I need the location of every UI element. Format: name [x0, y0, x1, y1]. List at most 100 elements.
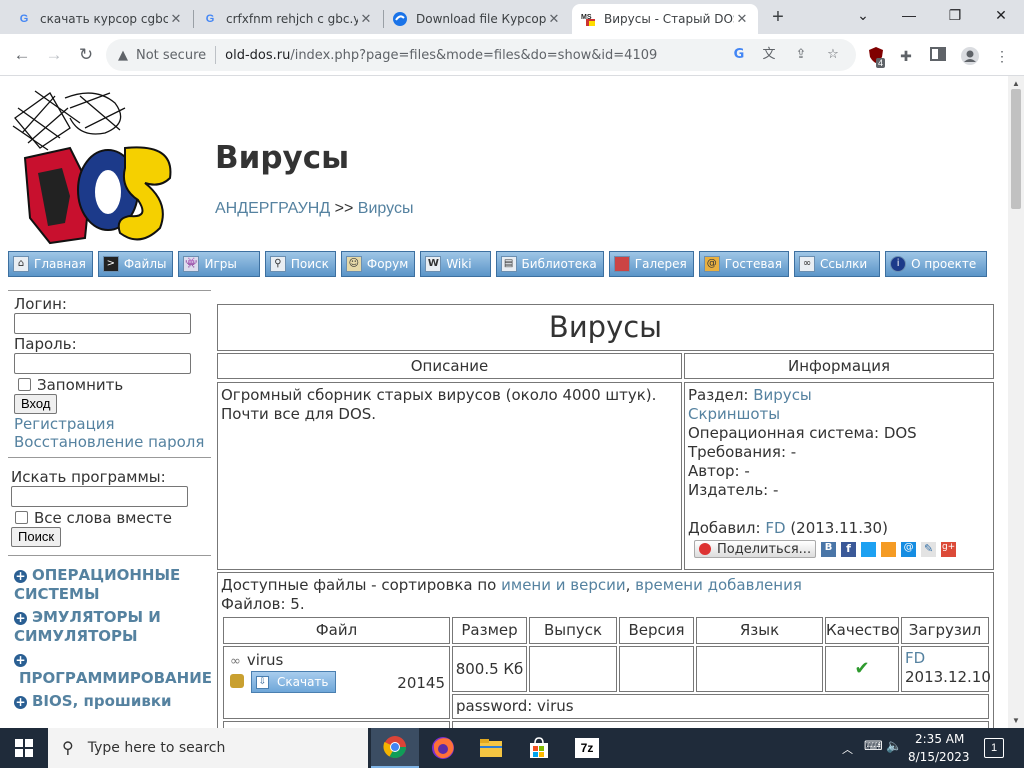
- new-tab-button[interactable]: +: [766, 6, 790, 30]
- puzzle-extensions-icon[interactable]: ✚: [896, 46, 916, 66]
- login-input[interactable]: [14, 313, 191, 334]
- all-words-checkbox[interactable]: [15, 511, 28, 524]
- expand-plus-icon[interactable]: +: [14, 696, 27, 709]
- sort-by-name-link[interactable]: имени и версии: [501, 576, 625, 594]
- nav-forum[interactable]: ☺ Форум: [340, 251, 416, 277]
- added-user-link[interactable]: FD: [765, 519, 785, 537]
- nav-library[interactable]: ▤ Библиотека: [495, 251, 604, 277]
- available-files-text: Доступные файлы - сортировка по: [221, 576, 497, 594]
- remember-label: Запомнить: [37, 376, 124, 394]
- twitter-icon[interactable]: [861, 541, 877, 557]
- facebook-icon[interactable]: f: [841, 541, 857, 557]
- program-search-input[interactable]: [11, 486, 188, 507]
- msdos-logo[interactable]: [10, 88, 175, 248]
- category-os[interactable]: + ОПЕРАЦИОННЫЕ СИСТЕМЫ: [14, 566, 211, 604]
- google-lens-icon[interactable]: G: [730, 46, 748, 64]
- profile-avatar-icon[interactable]: [960, 46, 980, 66]
- reload-icon[interactable]: ↻: [74, 43, 98, 67]
- sort-by-time-link[interactable]: времени добавления: [635, 576, 802, 594]
- scroll-up-icon[interactable]: ▲: [1012, 79, 1020, 88]
- nav-home[interactable]: ⌂ Главная: [8, 251, 93, 277]
- address-bar[interactable]: ▲ Not secure old-dos.ru/index.php?page=f…: [106, 39, 856, 71]
- password-input[interactable]: [14, 353, 191, 374]
- restore-password-link[interactable]: Восстановление пароля: [14, 433, 211, 451]
- tab-google-2[interactable]: G crfxfnm rehjch c gbc.yj ✕: [194, 4, 382, 34]
- share-button[interactable]: Поделиться...: [694, 540, 817, 558]
- bookmark-star-icon[interactable]: ☆: [824, 46, 842, 64]
- login-button[interactable]: Вход: [14, 394, 58, 414]
- security-status[interactable]: Not secure: [136, 48, 206, 63]
- category-programming[interactable]: + ПРОГРАММИРОВАНИЕ: [14, 650, 212, 688]
- expand-plus-icon[interactable]: +: [14, 654, 27, 667]
- breadcrumb: АНДЕРГРАУНД >> Вирусы: [215, 200, 413, 218]
- breadcrumb-root-link[interactable]: АНДЕРГРАУНД: [215, 200, 330, 217]
- col-language: Язык: [696, 617, 823, 644]
- file-explorer-taskbar-icon[interactable]: [467, 728, 515, 768]
- nav-about[interactable]: i О проекте: [885, 251, 988, 277]
- mailru-icon[interactable]: @: [901, 541, 917, 557]
- close-icon[interactable]: ✕: [734, 11, 750, 27]
- page-scrollbar[interactable]: ▲ ▼: [1008, 76, 1024, 728]
- download-button[interactable]: ⇩ Скачать: [251, 671, 336, 693]
- category-label: BIOS, прошивки: [32, 692, 172, 710]
- tab-download[interactable]: Download file Курсор - ✕: [384, 4, 570, 34]
- firefox-taskbar-icon[interactable]: [419, 728, 467, 768]
- category-label: ЭМУЛЯТОРЫ И: [32, 608, 161, 626]
- tab-search-chevron-icon[interactable]: ⌄: [840, 0, 886, 30]
- requirements-info: Требования: -: [688, 443, 797, 461]
- forward-arrow-icon[interactable]: →: [42, 43, 66, 67]
- nav-files[interactable]: > Файлы: [97, 251, 174, 277]
- scrollbar-thumb[interactable]: [1011, 89, 1021, 209]
- window-close-icon[interactable]: ✕: [978, 0, 1024, 30]
- tray-chevron-up-icon[interactable]: ︿: [842, 741, 853, 757]
- nav-guestbook[interactable]: @ Гостевая: [698, 251, 789, 277]
- share-icon[interactable]: ⇪: [792, 46, 810, 64]
- tab-virusy-active[interactable]: MS Вирусы - Старый DOS ✕: [572, 4, 758, 34]
- clock-date[interactable]: 8/15/2023: [908, 750, 970, 764]
- register-link[interactable]: Регистрация: [14, 415, 211, 433]
- livejournal-icon[interactable]: ✎: [921, 541, 937, 557]
- remember-checkbox[interactable]: [18, 378, 31, 391]
- nav-label: Поиск: [290, 257, 329, 271]
- nav-games[interactable]: 👾 Игры: [178, 251, 260, 277]
- kebab-menu-icon[interactable]: ⋮: [992, 46, 1012, 66]
- minimize-icon[interactable]: —: [886, 0, 932, 30]
- tab-google-1[interactable]: G скачать курсор cgbc. ✕: [8, 4, 192, 34]
- taskbar-search[interactable]: ⚲ Type here to search: [48, 728, 368, 768]
- googleplus-icon[interactable]: g+: [941, 541, 957, 557]
- odnoklassniki-icon[interactable]: [881, 541, 897, 557]
- chrome-taskbar-icon[interactable]: [371, 728, 419, 768]
- network-icon[interactable]: ⌨: [864, 739, 883, 754]
- scroll-down-icon[interactable]: ▼: [1012, 716, 1020, 725]
- search-button[interactable]: Поиск: [11, 527, 62, 547]
- category-emulators[interactable]: + ЭМУЛЯТОРЫ И СИМУЛЯТОРЫ: [14, 608, 211, 646]
- breadcrumb-current-link[interactable]: Вирусы: [358, 200, 414, 217]
- category-bios[interactable]: + BIOS, прошивки: [14, 692, 211, 711]
- translate-icon[interactable]: 文: [760, 46, 778, 64]
- close-icon[interactable]: ✕: [358, 11, 374, 27]
- notification-icon[interactable]: 1: [984, 738, 1004, 758]
- nav-search[interactable]: ⚲ Поиск: [264, 251, 336, 277]
- vk-icon[interactable]: B: [821, 541, 837, 557]
- start-windows-icon[interactable]: [0, 728, 48, 768]
- uploader-link[interactable]: FD: [905, 649, 925, 667]
- close-icon[interactable]: ✕: [546, 11, 562, 27]
- nav-gallery[interactable]: Галерея: [608, 251, 694, 277]
- msdos-favicon: MS: [580, 11, 596, 27]
- expand-plus-icon[interactable]: +: [14, 612, 27, 625]
- back-arrow-icon[interactable]: ←: [10, 43, 34, 67]
- side-panel-icon[interactable]: [928, 46, 948, 66]
- nav-label: Главная: [34, 257, 86, 271]
- section-link[interactable]: Вирусы: [753, 386, 812, 404]
- nav-wiki[interactable]: W Wiki: [420, 251, 491, 277]
- nav-links[interactable]: ∞ Ссылки: [794, 251, 881, 277]
- login-label: Логин:: [14, 295, 67, 313]
- restore-icon[interactable]: ❐: [932, 0, 978, 30]
- expand-plus-icon[interactable]: +: [14, 570, 27, 583]
- clock-time[interactable]: 2:35 AM: [915, 732, 964, 746]
- 7zip-taskbar-icon[interactable]: 7z: [563, 728, 611, 768]
- volume-icon[interactable]: 🔈: [886, 739, 902, 754]
- store-taskbar-icon[interactable]: [515, 728, 563, 768]
- close-icon[interactable]: ✕: [168, 11, 184, 27]
- screenshots-link[interactable]: Скриншоты: [688, 405, 780, 423]
